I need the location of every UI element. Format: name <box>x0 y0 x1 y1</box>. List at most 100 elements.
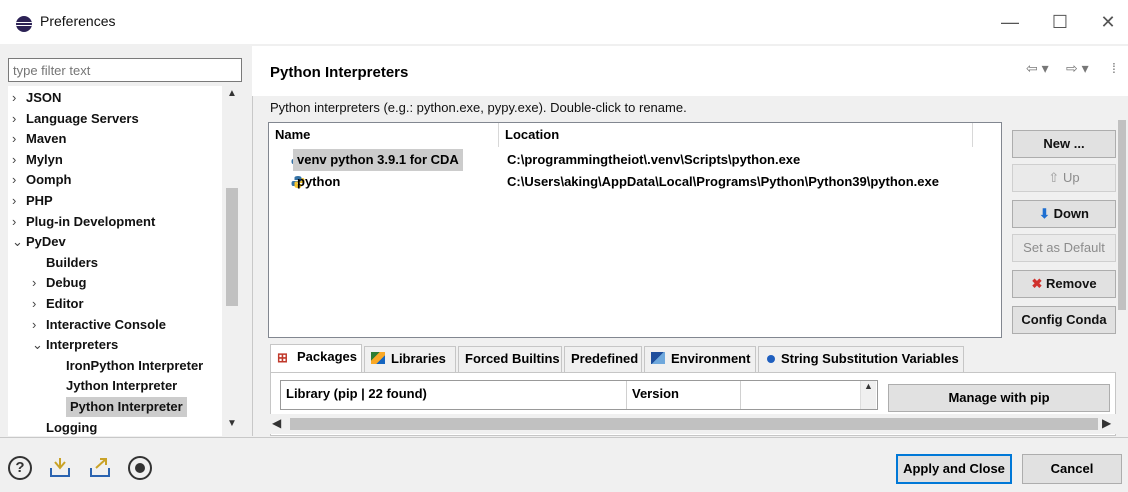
tree-item[interactable]: › Interactive Console <box>32 315 166 335</box>
tree-item-label: Plug-in Development <box>26 213 156 229</box>
remove-label: Remove <box>1045 276 1097 291</box>
up-button[interactable]: ⇧ Up <box>1012 164 1116 192</box>
tree-item-label: JSON <box>26 90 62 105</box>
eclipse-icon <box>16 16 32 32</box>
chevron-right-icon[interactable]: › <box>12 212 26 232</box>
remove-button[interactable]: ✖ Remove <box>1012 270 1116 298</box>
chevron-right-icon[interactable]: › <box>12 129 26 149</box>
config-conda-button[interactable]: Config Conda <box>1012 306 1116 334</box>
tab-label: String Substitution Variables <box>781 351 959 366</box>
new-interpreter-button[interactable]: New ... <box>1012 130 1116 158</box>
export-icon[interactable] <box>88 456 112 480</box>
tree-item[interactable]: Builders <box>46 253 98 273</box>
tab-packages[interactable]: ⊞ Packages <box>270 344 362 372</box>
tree-item-label: PyDev <box>26 234 66 250</box>
interpreter-location: C:\Users\aking\AppData\Local\Programs\Py… <box>507 174 939 189</box>
chevron-right-icon[interactable]: › <box>32 273 46 293</box>
packages-icon: ⊞ <box>277 350 288 365</box>
chevron-right-icon[interactable]: › <box>12 191 26 211</box>
horizontal-scroll-thumb[interactable] <box>290 418 1098 430</box>
chevron-right-icon[interactable]: › <box>32 294 46 314</box>
chevron-right-icon[interactable]: › <box>32 315 46 335</box>
maximize-button[interactable]: ☐ <box>1040 8 1080 36</box>
tree-item[interactable]: Jython Interpreter <box>66 376 177 396</box>
tree-item[interactable]: › Debug <box>32 273 86 293</box>
tree-item-label: PHP <box>26 193 53 208</box>
tree-item[interactable]: IronPython Interpreter <box>66 356 203 376</box>
forward-nav-icon[interactable]: ⇨ ▾ <box>1066 60 1089 77</box>
scroll-up-icon[interactable]: ▲ <box>861 381 876 391</box>
tree-scroll-thumb[interactable] <box>226 188 238 306</box>
tree-item[interactable]: › Language Servers <box>12 109 139 129</box>
tree-scroll-up-icon[interactable]: ▲ <box>222 88 242 104</box>
title-bar <box>0 0 1128 44</box>
tree-item[interactable]: › Editor <box>32 294 84 314</box>
down-arrow-icon: ⬇ <box>1039 206 1054 221</box>
chevron-right-icon[interactable]: › <box>12 150 26 170</box>
column-header-library[interactable]: Library (pip | 22 found) <box>286 386 427 401</box>
table-row[interactable]: python C:\Users\aking\AppData\Local\Prog… <box>269 171 1001 193</box>
tab-environment[interactable]: Environment <box>644 346 756 372</box>
tree-item-label: Debug <box>46 275 87 291</box>
down-button[interactable]: ⬇ Down <box>1012 200 1116 228</box>
remove-x-icon: ✖ <box>1031 276 1046 291</box>
chevron-down-icon[interactable]: ⌄ <box>12 232 26 252</box>
tree-item[interactable]: › JSON <box>12 88 61 108</box>
up-arrow-icon: ⇧ <box>1048 170 1063 185</box>
chevron-right-icon[interactable]: › <box>12 170 26 190</box>
page-description: Python interpreters (e.g.: python.exe, p… <box>270 100 687 115</box>
tab-bar: ⊞ Packages Libraries Forced Builtins Pred… <box>270 344 966 372</box>
cancel-button[interactable]: Cancel <box>1022 454 1122 484</box>
help-icon[interactable]: ? <box>8 456 32 480</box>
tree-item[interactable]: › Oomph <box>12 170 72 190</box>
tree-item-label: Language Servers <box>26 110 139 126</box>
column-header-name[interactable]: Name <box>269 123 499 147</box>
tree-item-label: Maven <box>26 131 67 147</box>
down-label: Down <box>1053 206 1089 221</box>
tree-item[interactable]: Python Interpreter <box>66 397 187 417</box>
filter-input[interactable] <box>8 58 242 82</box>
blue-dot-icon <box>767 355 775 363</box>
table-row[interactable]: venv python 3.9.1 for CDA C:\programming… <box>269 149 1001 171</box>
back-nav-icon[interactable]: ⇦ ▾ <box>1026 60 1049 77</box>
import-icon[interactable] <box>48 456 72 480</box>
packages-scrollbar[interactable]: ▲ <box>860 381 876 409</box>
tree-item[interactable]: › Mylyn <box>12 150 63 170</box>
tree-item[interactable]: ⌄ PyDev <box>12 232 66 252</box>
column-header-location[interactable]: Location <box>499 123 973 147</box>
tab-predefined[interactable]: Predefined <box>564 346 642 372</box>
tab-forced-builtins[interactable]: Forced Builtins <box>458 346 562 372</box>
apply-and-close-button[interactable]: Apply and Close <box>896 454 1012 484</box>
scroll-right-icon[interactable]: ▶ <box>1102 416 1111 430</box>
tab-label: Environment <box>671 351 751 366</box>
tree-item[interactable]: Logging <box>46 418 97 436</box>
chevron-down-icon[interactable]: ⌄ <box>32 335 46 355</box>
page-scroll-thumb[interactable] <box>1118 120 1126 310</box>
column-header-version[interactable]: Version <box>632 386 679 401</box>
manage-with-pip-button[interactable]: Manage with pip <box>888 384 1110 412</box>
column-divider <box>626 381 627 409</box>
view-menu-icon[interactable]: ⁞ <box>1112 60 1116 76</box>
set-default-button[interactable]: Set as Default <box>1012 234 1116 262</box>
tab-libraries[interactable]: Libraries <box>364 346 456 372</box>
record-icon[interactable] <box>128 456 152 480</box>
column-divider <box>740 381 741 409</box>
scroll-left-icon[interactable]: ◀ <box>272 416 281 430</box>
tree-item[interactable]: ⌄ Interpreters <box>32 335 118 355</box>
chevron-right-icon[interactable]: › <box>12 109 26 129</box>
chevron-right-icon[interactable]: › <box>12 88 26 108</box>
tree-item-label: Mylyn <box>26 151 63 167</box>
libraries-icon <box>371 352 385 364</box>
minimize-button[interactable]: — <box>990 8 1030 36</box>
tree-item-label: Oomph <box>26 172 72 188</box>
interpreter-location: C:\programmingtheiot\.venv\Scripts\pytho… <box>507 152 801 167</box>
tree-scroll-down-icon[interactable]: ▼ <box>222 418 242 434</box>
tab-string-substitution[interactable]: String Substitution Variables <box>758 346 964 372</box>
close-button[interactable]: ✕ <box>1088 8 1128 36</box>
environment-icon <box>651 352 665 364</box>
tree-item-label: Editor <box>46 296 84 311</box>
tree-item[interactable]: › PHP <box>12 191 53 211</box>
page-title: Python Interpreters <box>270 64 409 81</box>
tree-item[interactable]: › Maven <box>12 129 66 149</box>
tree-item[interactable]: › Plug-in Development <box>12 212 155 232</box>
